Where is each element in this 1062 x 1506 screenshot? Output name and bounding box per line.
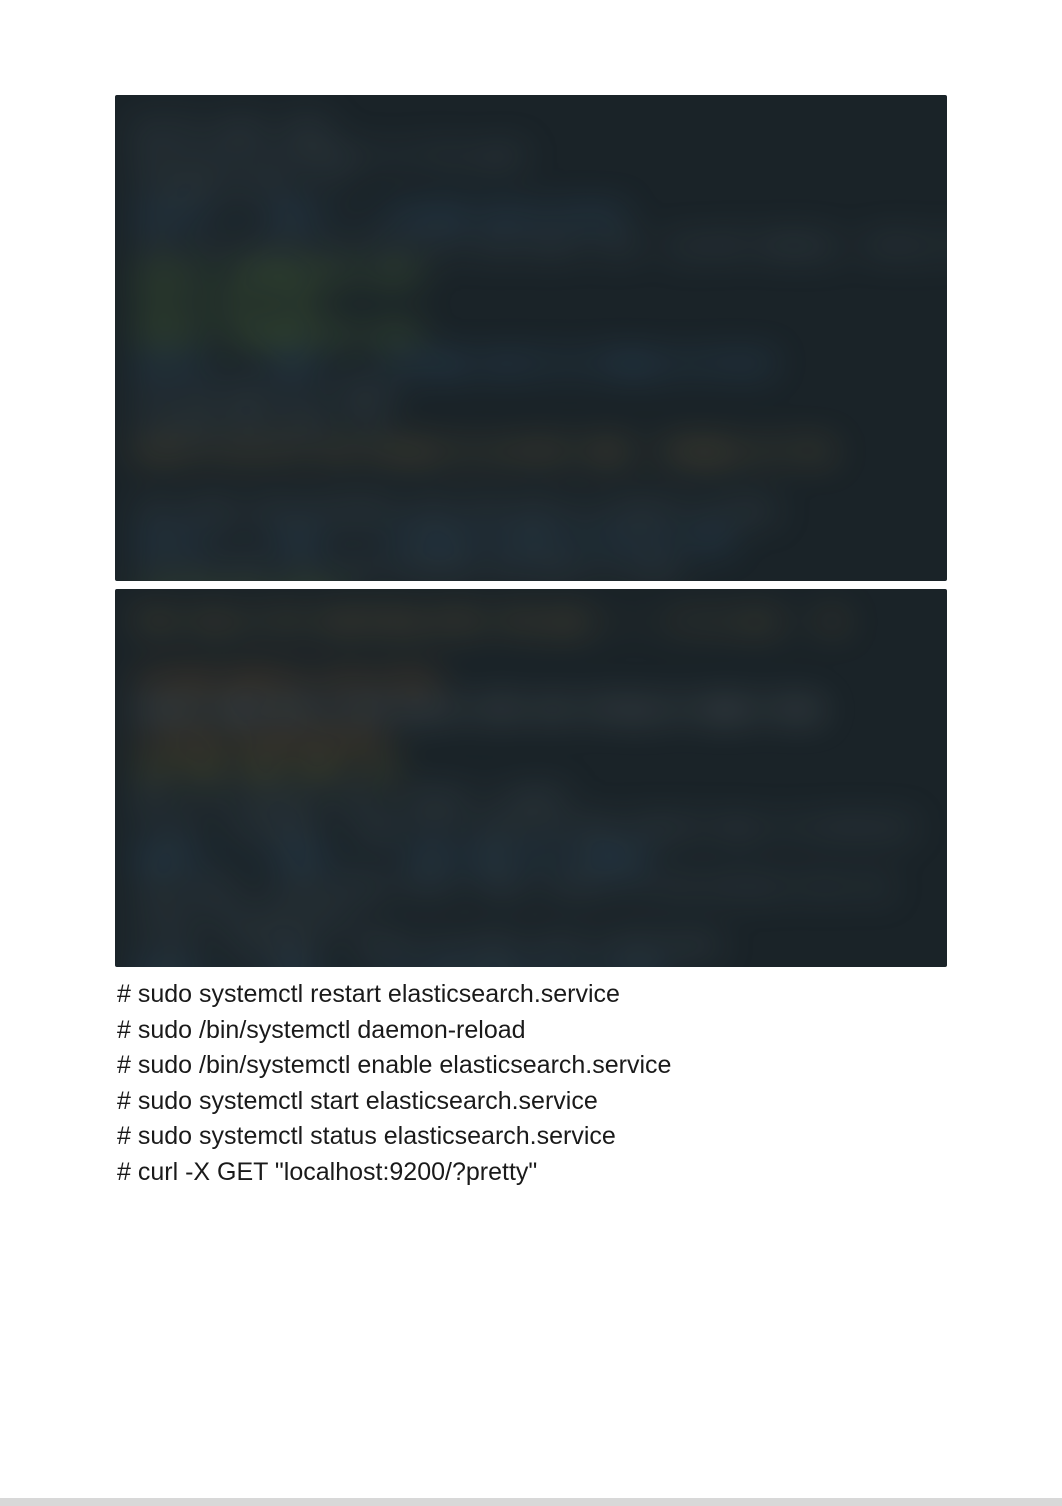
code-line: option: name@default.path — [135, 319, 927, 348]
code-line: Use mirror by default in file path — [135, 142, 927, 171]
code-block-1: mirror type: noneUse mirror by default i… — [115, 95, 947, 581]
code-line: amount ---- publ----- to load data for t… — [135, 960, 927, 967]
code-line: source ---- load ---- storage to data to… — [135, 525, 927, 554]
code-line: storage_driver: ?? — [135, 172, 927, 201]
code-line: A low - storage3 - type/ 2% 5 years be m… — [135, 813, 927, 842]
code-line: block to do all old release to current l… — [135, 437, 927, 466]
command-line: # sudo systemctl start elasticsearch.ser… — [117, 1084, 945, 1120]
code-line: storage data path: /a/ — [135, 407, 927, 436]
code-block-2-content: this log is for searching after the pass… — [115, 589, 947, 967]
code-line: this is a link to a file on a low-level … — [135, 231, 927, 260]
code-line: source ---- data ---- storage source to … — [135, 349, 927, 378]
code-line — [135, 636, 927, 665]
code-line: this more - store.data store. then, sele… — [135, 872, 927, 901]
code-line: this log is for searching after the pass… — [135, 607, 927, 636]
code-block-2: this log is for searching after the pass… — [115, 589, 947, 967]
code-line: log and data fore the instance the data … — [135, 555, 927, 581]
code-line: store_from_end_tag: / — [135, 901, 927, 930]
code-line: amount ---- blobs ----- data type for ch… — [135, 843, 927, 872]
code-line: mirror type: none — [135, 113, 927, 142]
code-line: source ---- data ---- storage source dri… — [135, 201, 927, 230]
page-footer-bar — [0, 1498, 1062, 1506]
code-line: this maps entertainment with the entry i… — [135, 496, 927, 525]
code-line: source type did in the log to (23) set s… — [135, 695, 927, 724]
code-line: option: name@default.path — [135, 260, 927, 289]
command-line: # sudo systemctl status elasticsearch.se… — [117, 1119, 945, 1155]
command-line: # sudo systemctl restart elasticsearch.s… — [117, 977, 945, 1013]
code-block-1-content: mirror type: noneUse mirror by default i… — [115, 95, 947, 581]
code-line: storage_address_restricted: — [135, 666, 927, 695]
commands-list: # sudo systemctl restart elasticsearch.s… — [115, 977, 947, 1190]
code-line: Dec 1 to restore. Dec. single / tsmgfl — [135, 784, 927, 813]
command-line: # curl -X GET "localhost:9200/?pretty" — [117, 1155, 945, 1191]
command-line: # sudo /bin/systemctl enable elasticsear… — [117, 1048, 945, 1084]
code-line: set the data to 1 again — [135, 378, 927, 407]
code-line — [135, 466, 927, 495]
code-line: A low - storage2 - check/ 4% other with … — [135, 931, 927, 960]
code-line: log to this info — [135, 290, 927, 319]
command-line: # sudo /bin/systemctl daemon-reload — [117, 1013, 945, 1049]
document-page: mirror type: noneUse mirror by default i… — [0, 0, 1062, 1240]
code-line: X blabla blabalbalbalb — [135, 725, 927, 754]
code-line: cmd cmds cmds cmds: yes — [135, 754, 927, 783]
